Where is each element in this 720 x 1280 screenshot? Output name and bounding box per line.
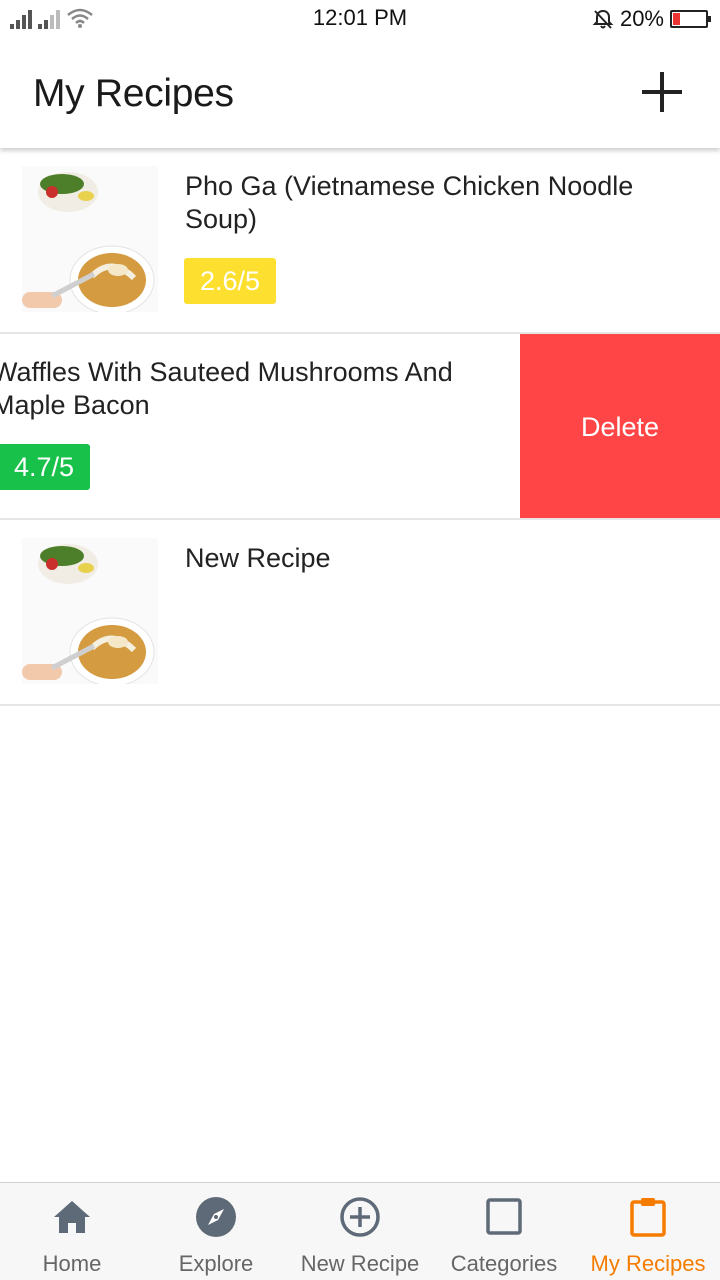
bell-muted-icon — [592, 9, 614, 29]
recipe-list: Pho Ga (Vietnamese Chicken Noodle Soup) … — [0, 148, 720, 706]
square-icon — [486, 1198, 522, 1235]
nav-explore[interactable]: Explore — [144, 1183, 288, 1280]
nav-my-recipes[interactable]: My Recipes — [576, 1183, 720, 1280]
recipe-row-pho-ga[interactable]: Pho Ga (Vietnamese Chicken Noodle Soup) … — [0, 148, 720, 334]
recipe-title: Waffles With Sauteed Mushrooms And Maple… — [0, 357, 453, 420]
delete-button[interactable]: Delete — [520, 334, 720, 518]
recipe-thumbnail — [22, 538, 158, 684]
recipe-row-new-recipe[interactable]: New Recipe — [0, 520, 720, 706]
add-recipe-button[interactable] — [642, 72, 682, 112]
battery-icon — [670, 10, 711, 28]
compass-icon — [196, 1197, 236, 1237]
app-header: My Recipes — [0, 38, 720, 148]
nav-new-recipe[interactable]: New Recipe — [288, 1183, 432, 1280]
clipboard-icon — [630, 1198, 666, 1237]
nav-categories[interactable]: Categories — [432, 1183, 576, 1280]
recipe-title: Pho Ga (Vietnamese Chicken Noodle Soup) — [185, 171, 634, 234]
nav-home[interactable]: Home — [0, 1183, 144, 1280]
nav-label: Home — [42, 1251, 102, 1276]
bottom-nav: Home Explore New Recipe Categories My Re… — [0, 1182, 720, 1280]
plus-circle-icon — [340, 1197, 380, 1237]
nav-label: Explore — [178, 1251, 254, 1276]
recipe-title: New Recipe — [185, 543, 331, 573]
rating-badge: 4.7/5 — [0, 444, 91, 490]
status-right: 20% — [592, 6, 711, 32]
home-icon — [54, 1201, 90, 1233]
rating-badge: 2.6/5 — [184, 258, 277, 304]
nav-label: Categories — [450, 1251, 558, 1276]
nav-label: New Recipe — [300, 1251, 420, 1276]
nav-label: My Recipes — [590, 1251, 706, 1276]
page-title: My Recipes — [33, 72, 234, 115]
battery-percent: 20% — [619, 6, 664, 31]
recipe-row-waffles[interactable]: Waffles With Sauteed Mushrooms And Maple… — [0, 334, 720, 520]
recipe-thumbnail — [22, 166, 158, 312]
status-bar: 12:01 PM 20% — [0, 0, 720, 38]
